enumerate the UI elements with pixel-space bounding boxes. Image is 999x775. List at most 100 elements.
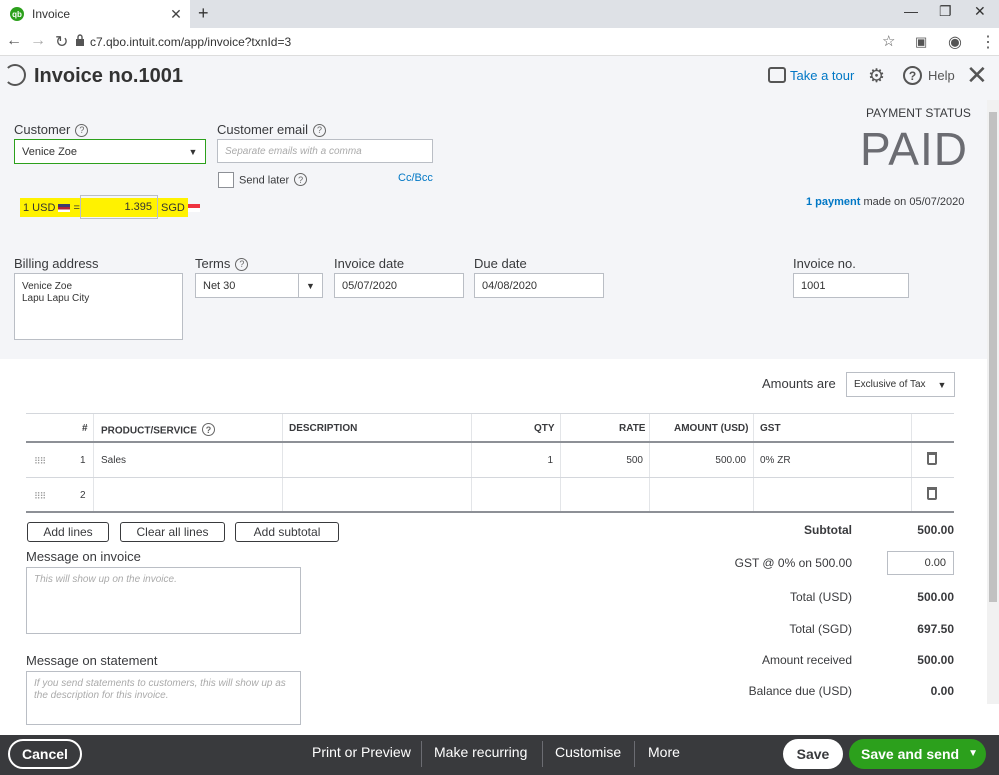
- balance-due-label: Balance due (USD): [748, 684, 852, 698]
- chevron-down-icon: ▼: [298, 274, 322, 297]
- help-icon[interactable]: ?: [313, 123, 327, 137]
- invoice-no-input[interactable]: 1001: [793, 273, 909, 298]
- add-lines-button[interactable]: Add lines: [27, 522, 109, 542]
- forward-icon[interactable]: →: [30, 32, 46, 50]
- row-number: 1: [80, 455, 86, 466]
- message-invoice-input[interactable]: This will show up on the invoice.: [26, 567, 301, 634]
- take-tour-label: Take a tour: [790, 67, 855, 83]
- col-number: #: [82, 423, 88, 434]
- menu-icon[interactable]: ⋮: [980, 32, 996, 52]
- help-icon[interactable]: ?: [294, 173, 308, 186]
- row-qty[interactable]: 1: [466, 455, 553, 466]
- take-tour-link[interactable]: Take a tour: [768, 67, 854, 83]
- browser-tab[interactable]: qb Invoice ✕: [0, 0, 190, 28]
- message-statement-input[interactable]: If you send statements to customers, thi…: [26, 671, 301, 725]
- clear-all-lines-button[interactable]: Clear all lines: [120, 522, 225, 542]
- tab-title: Invoice: [32, 7, 71, 21]
- total-usd-label: Total (USD): [789, 590, 852, 604]
- new-tab-icon[interactable]: +: [198, 3, 209, 24]
- singapore-flag-icon: [187, 204, 200, 213]
- due-date-input[interactable]: 04/08/2020: [474, 273, 604, 298]
- footer-bar: Cancel Print or Preview Make recurring C…: [0, 735, 999, 775]
- trash-icon[interactable]: [927, 487, 937, 500]
- drag-handle-icon[interactable]: ⠿⠿: [34, 491, 46, 502]
- payment-status-label: PAYMENT STATUS: [866, 106, 971, 120]
- lock-icon: [76, 34, 84, 46]
- gear-icon[interactable]: ⚙: [868, 65, 885, 88]
- row-rate[interactable]: 500: [556, 455, 643, 466]
- terms-label: Terms?: [195, 256, 249, 271]
- scrollbar-thumb[interactable]: [989, 112, 997, 602]
- url-text[interactable]: c7.qbo.intuit.com/app/invoice?txnId=3: [90, 35, 291, 49]
- close-icon[interactable]: ✕: [966, 60, 988, 91]
- amounts-are-label: Amounts are: [762, 376, 836, 391]
- customise-button[interactable]: Customise: [555, 744, 621, 760]
- extension-icon[interactable]: ▣: [915, 34, 927, 50]
- address-bar: ← → ↻ c7.qbo.intuit.com/app/invoice?txnI…: [0, 28, 999, 56]
- make-recurring-button[interactable]: Make recurring: [434, 744, 527, 760]
- row-gst[interactable]: 0% ZR: [760, 455, 791, 466]
- customer-email-label: Customer email?: [217, 122, 327, 137]
- balance-due-value: 0.00: [930, 684, 954, 698]
- send-later-checkbox[interactable]: [218, 172, 234, 188]
- subtotal-label: Subtotal: [804, 523, 852, 537]
- exchange-rate-input[interactable]: 1.395: [80, 195, 158, 219]
- window-close-icon[interactable]: ✕: [974, 3, 986, 20]
- save-button[interactable]: Save: [783, 739, 843, 769]
- terms-select[interactable]: Net 30 ▼: [195, 273, 323, 298]
- reload-icon[interactable]: ↻: [55, 32, 68, 52]
- row-product[interactable]: Sales: [101, 455, 126, 466]
- history-icon[interactable]: [4, 64, 26, 86]
- row-amount[interactable]: 500.00: [656, 455, 746, 466]
- customer-label: Customer?: [14, 122, 89, 137]
- message-statement-label: Message on statement: [26, 653, 158, 668]
- invoice-date-label: Invoice date: [334, 256, 405, 271]
- amounts-are-select[interactable]: Exclusive of Tax ▼: [846, 372, 955, 397]
- help-icon[interactable]: ?: [75, 123, 89, 137]
- chevron-down-icon[interactable]: ▼: [968, 748, 978, 759]
- amount-received-label: Amount received: [761, 653, 852, 667]
- invoice-date-input[interactable]: 05/07/2020: [334, 273, 464, 298]
- gst-input[interactable]: 0.00: [887, 551, 954, 575]
- payment-summary: 1 payment made on 05/07/2020: [806, 196, 965, 208]
- customer-select[interactable]: Venice Zoe ▼: [14, 139, 206, 164]
- close-tab-icon[interactable]: ✕: [166, 6, 186, 23]
- total-sgd-label: Total (SGD): [789, 622, 852, 636]
- us-flag-icon: [58, 204, 71, 213]
- exchange-rate-to: SGD: [161, 202, 200, 214]
- amount-received-value: 500.00: [917, 653, 954, 667]
- total-usd-value: 500.00: [917, 590, 954, 604]
- billing-address-input[interactable]: Venice Zoe Lapu Lapu City: [14, 273, 183, 340]
- print-preview-button[interactable]: Print or Preview: [312, 744, 411, 760]
- restore-icon[interactable]: ❐: [939, 3, 952, 20]
- help-icon: ?: [903, 66, 922, 85]
- col-rate: RATE: [619, 423, 646, 434]
- cc-bcc-link[interactable]: Cc/Bcc: [398, 172, 433, 184]
- cancel-button[interactable]: Cancel: [8, 739, 82, 769]
- add-subtotal-button[interactable]: Add subtotal: [235, 522, 339, 542]
- customer-email-input[interactable]: Separate emails with a comma: [217, 139, 433, 163]
- col-amount: AMOUNT (USD): [674, 423, 749, 434]
- drag-handle-icon[interactable]: ⠿⠿: [34, 456, 46, 467]
- profile-icon[interactable]: ◉: [948, 32, 962, 52]
- table-row[interactable]: ⠿⠿ 2: [26, 478, 954, 513]
- save-and-send-button[interactable]: Save and send ▼: [849, 739, 986, 769]
- help-icon[interactable]: ?: [201, 423, 215, 436]
- page-title: Invoice no.1001: [34, 65, 183, 87]
- col-gst: GST: [760, 423, 781, 434]
- star-icon[interactable]: ☆: [882, 32, 895, 50]
- more-button[interactable]: More: [648, 744, 680, 760]
- help-label: Help: [928, 68, 955, 83]
- table-row[interactable]: ⠿⠿ 1 Sales 1 500 500.00 0% ZR: [26, 443, 954, 478]
- invoice-page: Invoice no.1001 Take a tour ⚙ ? Help ✕ C…: [0, 56, 999, 735]
- minimize-icon[interactable]: —: [904, 3, 918, 19]
- payment-status-value: PAID: [860, 123, 968, 175]
- gst-label: GST @ 0% on 500.00: [734, 556, 852, 570]
- chevron-down-icon: ▼: [188, 146, 198, 157]
- help-icon[interactable]: ?: [235, 257, 249, 271]
- back-icon[interactable]: ←: [6, 32, 22, 50]
- help-button[interactable]: ? Help: [903, 66, 955, 85]
- row-number: 2: [80, 490, 86, 501]
- payment-link[interactable]: 1 payment: [806, 196, 860, 208]
- trash-icon[interactable]: [927, 452, 937, 465]
